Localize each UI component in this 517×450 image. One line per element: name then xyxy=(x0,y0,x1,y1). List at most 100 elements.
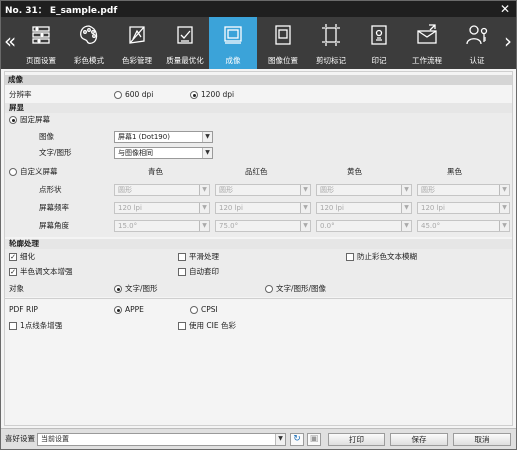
thinning-checkbox[interactable]: ✓ xyxy=(9,253,17,261)
crop-marks-icon xyxy=(322,24,340,46)
cancel-button[interactable]: 取消 xyxy=(453,433,511,446)
tab-image-position[interactable]: 图像位置 xyxy=(259,17,307,69)
fixed-screen-label: 固定屏幕 xyxy=(20,115,50,124)
scroll-right-icon[interactable]: › xyxy=(504,31,512,51)
chevron-down-icon: ▼ xyxy=(401,221,411,231)
frequency-black-select[interactable]: 120 lpi ▼ xyxy=(417,202,510,214)
frequency-magenta-select[interactable]: 120 lpi ▼ xyxy=(215,202,311,214)
frequency-cyan-value: 120 lpi xyxy=(118,204,142,212)
tab-label: 图像位置 xyxy=(268,56,298,65)
tab-imaging[interactable]: 成像 xyxy=(209,17,257,69)
scroll-left-icon[interactable]: « xyxy=(4,31,16,51)
dot-shape-magenta-value: 圆形 xyxy=(219,186,233,194)
anti-blur-checkbox[interactable] xyxy=(346,253,354,261)
pdf-rip-appe-label: APPE xyxy=(125,305,144,314)
target-text-graphics-image-radio[interactable] xyxy=(265,285,273,293)
resolution-1200-radio[interactable] xyxy=(190,91,198,99)
tab-quality-optimization[interactable]: 质量最优化 xyxy=(161,17,209,69)
frequency-black-value: 120 lpi xyxy=(421,204,445,212)
pdf-rip-appe-radio[interactable] xyxy=(114,306,122,314)
favorites-label: 喜好设置 xyxy=(5,434,35,443)
target-label: 对象 xyxy=(9,284,24,293)
column-black: 黑色 xyxy=(447,167,462,176)
column-yellow: 黄色 xyxy=(347,167,362,176)
halftone-text-checkbox[interactable]: ✓ xyxy=(9,268,17,276)
tab-crop-marks[interactable]: 剪切标记 xyxy=(307,17,355,69)
chevron-down-icon: ▼ xyxy=(499,185,509,195)
fixed-screen-radio[interactable] xyxy=(9,116,17,124)
auto-trap-checkbox[interactable] xyxy=(178,268,186,276)
one-dot-line-checkbox[interactable] xyxy=(9,322,17,330)
resolution-label: 分辨率 xyxy=(9,90,32,99)
resolution-1200-label: 1200 dpi xyxy=(201,90,235,99)
angle-cyan-select[interactable]: 15.0° ▼ xyxy=(114,220,210,232)
favorites-select[interactable]: 当前设置 ▼ xyxy=(37,433,286,446)
cie-color-checkbox[interactable] xyxy=(178,322,186,330)
custom-screen-radio[interactable] xyxy=(9,168,17,176)
dot-shape-yellow-value: 圆形 xyxy=(320,186,334,194)
angle-yellow-select[interactable]: 0.0° ▼ xyxy=(316,220,412,232)
tab-authentication[interactable]: 认证 xyxy=(453,17,501,69)
tab-label: 认证 xyxy=(469,56,485,65)
angle-black-select[interactable]: 45.0° ▼ xyxy=(417,220,510,232)
angle-black-value: 45.0° xyxy=(421,222,441,230)
pdf-rip-cpsi-radio[interactable] xyxy=(190,306,198,314)
save-button[interactable]: 保存 xyxy=(390,433,448,446)
dot-shape-label: 点形状 xyxy=(39,185,62,194)
chevron-down-icon: ▼ xyxy=(499,221,509,231)
image-screen-label: 图像 xyxy=(39,132,54,141)
chevron-down-icon: ▼ xyxy=(300,221,310,231)
target-text-graphics-label: 文字/图形 xyxy=(125,284,158,293)
bottom-bar: 喜好设置 当前设置 ▼ ↻ ▣ 打印 保存 取消 xyxy=(1,428,516,449)
auto-trap-label: 自动套印 xyxy=(189,267,219,276)
chevron-down-icon: ▼ xyxy=(199,203,209,213)
image-screen-select[interactable]: 屏幕1 (Dot190) ▼ xyxy=(114,131,213,143)
column-cyan: 青色 xyxy=(148,167,163,176)
dot-shape-black-select[interactable]: 圆形 ▼ xyxy=(417,184,510,196)
stamp-icon xyxy=(371,25,387,45)
workflow-icon xyxy=(417,24,437,44)
frequency-magenta-value: 120 lpi xyxy=(219,204,243,212)
tab-label: 质量最优化 xyxy=(166,56,204,65)
column-magenta: 品红色 xyxy=(245,167,268,176)
target-text-graphics-image-label: 文字/图形/图像 xyxy=(276,284,327,293)
resolution-600-label: 600 dpi xyxy=(125,90,154,99)
halftone-text-label: 半色调文本增强 xyxy=(20,267,73,276)
smoothing-checkbox[interactable] xyxy=(178,253,186,261)
title-bar: No. 31： E_sample.pdf ✕ xyxy=(1,1,516,17)
close-icon[interactable]: ✕ xyxy=(500,1,510,17)
chevron-down-icon: ▼ xyxy=(199,221,209,231)
tab-workflow[interactable]: 工作流程 xyxy=(403,17,451,69)
angle-magenta-value: 75.0° xyxy=(219,222,239,230)
one-dot-line-label: 1点线条增强 xyxy=(20,321,63,330)
resolution-600-radio[interactable] xyxy=(114,91,122,99)
text-graphics-screen-select[interactable]: 与图像相同 ▼ xyxy=(114,147,213,159)
dot-shape-cyan-select[interactable]: 圆形 ▼ xyxy=(114,184,210,196)
chevron-down-icon: ▼ xyxy=(499,203,509,213)
tab-page-setup[interactable]: 页面设置 xyxy=(17,17,65,69)
tab-label: 色彩管理 xyxy=(122,56,152,65)
print-button[interactable]: 打印 xyxy=(328,433,385,446)
tab-color-mode[interactable]: 彩色模式 xyxy=(65,17,113,69)
palette-icon xyxy=(80,25,98,45)
pdf-rip-cpsi-label: CPSI xyxy=(201,305,218,314)
screen-angle-label: 屏幕角度 xyxy=(39,221,69,230)
dot-shape-yellow-select[interactable]: 圆形 ▼ xyxy=(316,184,412,196)
image-position-icon xyxy=(275,25,291,45)
settings-tab-bar: « 页面设置 彩色模式 色彩管理 质量最优化 成像 图像位置 剪切标记 印记 工… xyxy=(1,17,516,69)
cie-color-label: 使用 CIE 色彩 xyxy=(189,321,236,330)
refresh-icon[interactable]: ↻ xyxy=(290,433,304,446)
frequency-yellow-select[interactable]: 120 lpi ▼ xyxy=(316,202,412,214)
tab-color-management[interactable]: 色彩管理 xyxy=(113,17,161,69)
tab-label: 页面设置 xyxy=(26,56,56,65)
dot-shape-magenta-select[interactable]: 圆形 ▼ xyxy=(215,184,311,196)
frequency-yellow-value: 120 lpi xyxy=(320,204,344,212)
authentication-icon xyxy=(466,25,488,45)
quality-check-icon xyxy=(177,26,193,44)
frequency-cyan-select[interactable]: 120 lpi ▼ xyxy=(114,202,210,214)
tab-stamp[interactable]: 印记 xyxy=(355,17,403,69)
save-preset-icon[interactable]: ▣ xyxy=(307,433,321,446)
tab-label: 成像 xyxy=(225,56,241,65)
target-text-graphics-radio[interactable] xyxy=(114,285,122,293)
angle-magenta-select[interactable]: 75.0° ▼ xyxy=(215,220,311,232)
